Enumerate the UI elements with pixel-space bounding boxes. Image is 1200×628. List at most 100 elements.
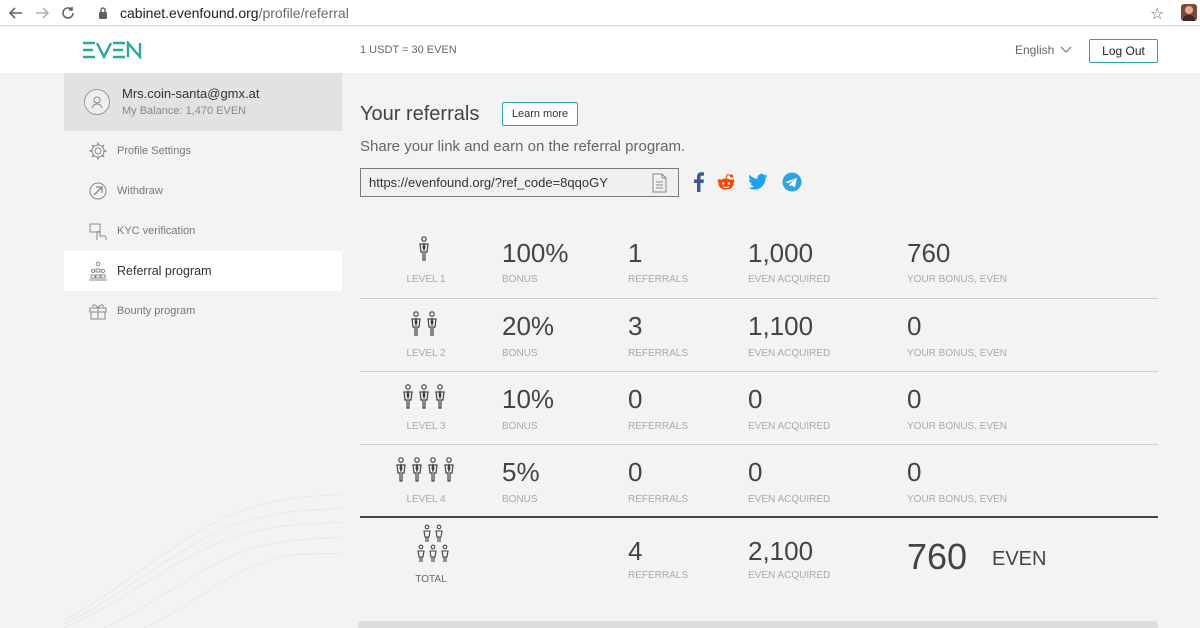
back-arrow-icon[interactable] bbox=[6, 3, 26, 23]
bottom-panel-edge bbox=[358, 621, 1158, 628]
level-your-bonus: 760 bbox=[907, 238, 951, 268]
sidebar-item-referral[interactable]: Referral program bbox=[64, 251, 342, 291]
gift-icon bbox=[89, 304, 107, 320]
level-row-2: LEVEL 2 20% BONUS 3 REFERRALS 1,100 EVEN… bbox=[360, 299, 1158, 372]
referral-link: https://evenfound.org/?ref_code=8qqoGY bbox=[369, 175, 608, 190]
level-even-acquired-label: EVEN ACQUIRED bbox=[748, 494, 831, 505]
level-3-people-icon bbox=[401, 384, 447, 410]
copy-icon[interactable] bbox=[650, 173, 668, 193]
level-label: LEVEL 4 bbox=[406, 494, 446, 505]
total-row: TOTAL 4 REFERRALS 2,100 EVEN ACQUIRED 76… bbox=[360, 518, 1158, 598]
level-label: LEVEL 1 bbox=[406, 274, 446, 285]
bookmark-star-icon[interactable]: ☆ bbox=[1150, 4, 1164, 24]
level-even-acquired: 1,000 bbox=[748, 238, 814, 268]
forward-arrow-icon[interactable] bbox=[32, 3, 52, 23]
chevron-down-icon bbox=[1060, 46, 1072, 53]
total-people-icon bbox=[414, 524, 454, 569]
total-label: TOTAL bbox=[415, 574, 447, 585]
withdraw-arrow-icon bbox=[89, 182, 107, 200]
referral-link-field[interactable]: https://evenfound.org/?ref_code=8qqoGY bbox=[360, 168, 679, 197]
user-card: Mrs.coin-santa@gmx.at My Balance: 1,470 … bbox=[64, 73, 342, 131]
sidebar-item-label: Withdraw bbox=[117, 185, 163, 197]
level-bonus-label: BONUS bbox=[502, 421, 538, 432]
total-bonus-unit: EVEN bbox=[992, 548, 1047, 570]
sidebar-item-kyc[interactable]: KYC verification bbox=[64, 211, 342, 251]
exchange-rate: 1 USDT = 30 EVEN bbox=[360, 44, 457, 56]
user-icon bbox=[91, 96, 103, 109]
level-your-bonus: 0 bbox=[907, 457, 922, 487]
browser-profile-avatar[interactable] bbox=[1181, 4, 1197, 21]
sidebar-item-withdraw[interactable]: Withdraw bbox=[64, 171, 342, 211]
level-even-acquired: 0 bbox=[748, 384, 763, 414]
url-path: /profile/referral bbox=[258, 4, 349, 21]
level-bonus-percent: 20% bbox=[502, 311, 555, 341]
referral-people-icon bbox=[89, 261, 107, 281]
sidebar-item-label: Bounty program bbox=[117, 305, 196, 317]
level-referrals-label: REFERRALS bbox=[628, 421, 689, 432]
learn-more-button[interactable]: Learn more bbox=[502, 102, 578, 126]
total-referrals-label: REFERRALS bbox=[628, 570, 689, 581]
level-even-acquired: 0 bbox=[748, 457, 763, 487]
url-host: cabinet.evenfound.org bbox=[120, 4, 259, 21]
sidebar-item-label: KYC verification bbox=[117, 225, 196, 237]
sidebar-item-profile-settings[interactable]: Profile Settings bbox=[64, 131, 342, 171]
level-bonus-percent: 100% bbox=[502, 238, 569, 268]
level-referrals-label: REFERRALS bbox=[628, 274, 689, 285]
total-bonus-value: 760 bbox=[907, 536, 968, 577]
level-1-people-icon bbox=[417, 236, 431, 262]
level-4-people-icon bbox=[394, 457, 456, 483]
level-referrals-count: 0 bbox=[628, 384, 643, 414]
level-your-bonus-label: YOUR BONUS, EVEN bbox=[907, 274, 1008, 285]
total-even-acquired-label: EVEN ACQUIRED bbox=[748, 570, 831, 581]
twitter-icon[interactable] bbox=[748, 172, 768, 192]
app-header: 1 USDT = 30 EVEN English Log Out bbox=[0, 27, 1200, 73]
level-referrals-count: 1 bbox=[628, 238, 643, 268]
facebook-icon[interactable] bbox=[689, 172, 709, 192]
address-bar[interactable]: cabinet.evenfound.org/profile/referral bbox=[96, 2, 1172, 23]
level-label: LEVEL 2 bbox=[406, 348, 446, 359]
logout-button[interactable]: Log Out bbox=[1089, 39, 1158, 63]
user-email: Mrs.coin-santa@gmx.at bbox=[122, 86, 260, 101]
level-your-bonus-label: YOUR BONUS, EVEN bbox=[907, 494, 1008, 505]
level-referrals-count: 0 bbox=[628, 457, 643, 487]
avatar bbox=[84, 89, 110, 115]
level-referrals-label: REFERRALS bbox=[628, 494, 689, 505]
reddit-icon[interactable] bbox=[716, 172, 736, 192]
sidebar-item-label: Referral program bbox=[117, 264, 212, 278]
main-content: Your referrals Learn more Share your lin… bbox=[342, 73, 1176, 628]
page-subtitle: Share your link and earn on the referral… bbox=[360, 138, 686, 155]
level-your-bonus: 0 bbox=[907, 384, 922, 414]
level-even-acquired-label: EVEN ACQUIRED bbox=[748, 274, 831, 285]
kyc-hand-icon bbox=[89, 223, 107, 240]
telegram-icon[interactable] bbox=[782, 172, 802, 192]
total-even-acquired: 2,100 bbox=[748, 536, 814, 566]
language-select[interactable]: English bbox=[1015, 43, 1072, 57]
even-logo[interactable] bbox=[82, 41, 142, 59]
level-bonus-label: BONUS bbox=[502, 494, 538, 505]
level-2-people-icon bbox=[409, 311, 439, 337]
level-even-acquired-label: EVEN ACQUIRED bbox=[748, 421, 831, 432]
level-referrals-count: 3 bbox=[628, 311, 643, 341]
level-bonus-percent: 10% bbox=[502, 384, 555, 414]
level-your-bonus-label: YOUR BONUS, EVEN bbox=[907, 348, 1008, 359]
sidebar-item-label: Profile Settings bbox=[117, 145, 191, 157]
level-even-acquired: 1,100 bbox=[748, 311, 814, 341]
level-even-acquired-label: EVEN ACQUIRED bbox=[748, 348, 831, 359]
user-balance: My Balance: 1,470 EVEN bbox=[122, 105, 247, 117]
level-your-bonus: 0 bbox=[907, 311, 922, 341]
level-label: LEVEL 3 bbox=[406, 421, 446, 432]
reload-icon[interactable] bbox=[58, 3, 78, 23]
lock-icon bbox=[99, 6, 107, 19]
gear-icon bbox=[89, 142, 107, 160]
decorative-wave bbox=[64, 489, 364, 628]
level-row-4: LEVEL 4 5% BONUS 0 REFERRALS 0 EVEN ACQU… bbox=[360, 445, 1158, 517]
level-row-3: LEVEL 3 10% BONUS 0 REFERRALS 0 EVEN ACQ… bbox=[360, 372, 1158, 445]
level-referrals-label: REFERRALS bbox=[628, 348, 689, 359]
browser-toolbar: cabinet.evenfound.org/profile/referral ☆ bbox=[0, 0, 1200, 26]
sidebar-item-bounty[interactable]: Bounty program bbox=[64, 291, 342, 331]
level-bonus-label: BONUS bbox=[502, 348, 538, 359]
page-title: Your referrals bbox=[360, 103, 480, 125]
total-referrals-count: 4 bbox=[628, 536, 643, 566]
level-row-1: LEVEL 1 100% BONUS 1 REFERRALS 1,000 EVE… bbox=[360, 224, 1158, 299]
level-your-bonus-label: YOUR BONUS, EVEN bbox=[907, 421, 1008, 432]
